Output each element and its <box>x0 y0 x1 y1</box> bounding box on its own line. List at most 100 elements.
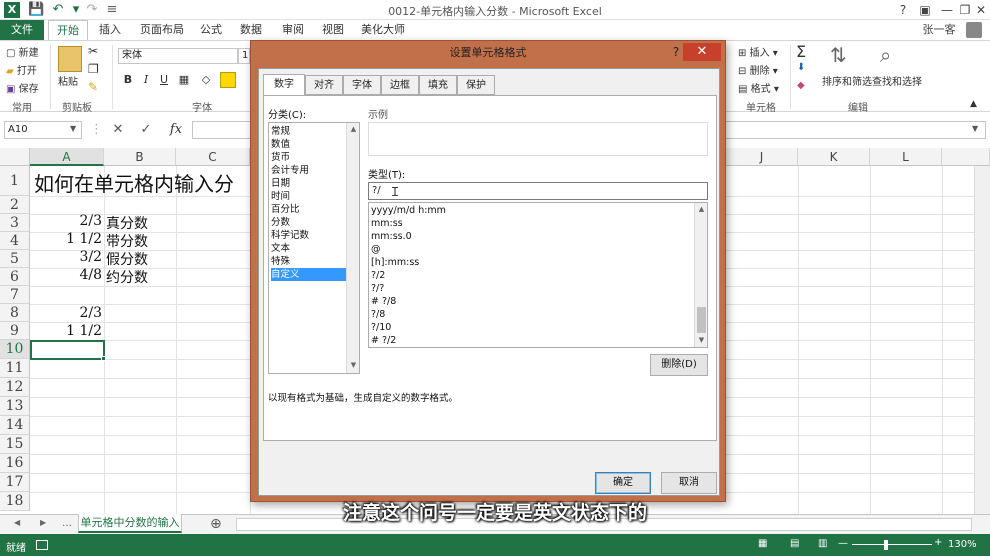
format-code-item[interactable]: ?/2 <box>371 269 385 282</box>
format-code-item[interactable]: mm:ss.0 <box>371 230 412 243</box>
resize-handle-icon[interactable]: ⋮ <box>90 121 103 139</box>
cut-icon[interactable]: ✂ <box>88 44 98 58</box>
scroll-down-icon[interactable]: ▼ <box>696 335 707 346</box>
tab-border[interactable]: 边框 <box>381 75 419 95</box>
format-code-list[interactable]: yyyy/m/d h:mm mm:ss mm:ss.0 @ [h]:mm:ss … <box>368 202 708 348</box>
active-cell-a10[interactable] <box>30 340 105 360</box>
paste-button[interactable]: 粘贴 <box>58 73 78 88</box>
paste-icon[interactable] <box>58 46 82 72</box>
row-header[interactable]: 5 <box>0 250 30 268</box>
italic-button[interactable]: I <box>138 72 154 88</box>
category-item[interactable]: 会计专用 <box>271 164 345 177</box>
sort-filter-button[interactable]: 排序和筛选 <box>822 73 872 88</box>
category-item[interactable]: 常规 <box>271 125 345 138</box>
format-code-item[interactable]: ?/10 <box>371 321 391 334</box>
cell-b3[interactable]: 真分数 <box>106 213 148 233</box>
fill-down-icon[interactable]: ⬇ <box>797 62 805 73</box>
cell-a8[interactable]: 2/3 <box>30 305 102 321</box>
tab-review[interactable]: 审阅 <box>276 20 310 40</box>
format-cells-button[interactable]: ▤ 格式 ▾ <box>738 80 779 95</box>
cell-a9[interactable]: 1 1/2 <box>30 323 102 339</box>
cell-b4[interactable]: 带分数 <box>106 231 148 251</box>
insert-cells-button[interactable]: ⊞ 插入 ▾ <box>738 44 778 59</box>
category-item[interactable]: 文本 <box>271 242 345 255</box>
find-icon[interactable]: ⌕ <box>880 43 891 67</box>
tab-insert[interactable]: 插入 <box>92 20 128 40</box>
row-header[interactable]: 10 <box>0 340 30 359</box>
dialog-close-button[interactable]: ✕ <box>683 43 721 61</box>
bold-button[interactable]: B <box>120 72 136 88</box>
cancel-entry-icon[interactable]: ✕ <box>108 121 128 139</box>
scroll-up-icon[interactable]: ▲ <box>696 204 707 215</box>
expand-formula-icon[interactable]: ▼ <box>972 124 978 133</box>
scroll-thumb[interactable] <box>697 307 706 333</box>
avatar[interactable] <box>966 22 982 38</box>
confirm-entry-icon[interactable]: ✓ <box>136 121 156 139</box>
border-icon[interactable]: ▦ <box>176 72 192 88</box>
row-header[interactable]: 3 <box>0 214 30 232</box>
format-code-item[interactable]: [h]:mm:ss <box>371 256 419 269</box>
tab-data[interactable]: 数据 <box>234 20 268 40</box>
tab-number[interactable]: 数字 <box>263 74 305 96</box>
row-header[interactable]: 8 <box>0 304 30 322</box>
row-header[interactable]: 4 <box>0 232 30 250</box>
help-icon[interactable]: ? <box>892 2 914 18</box>
category-item[interactable]: 时间 <box>271 190 345 203</box>
close-icon[interactable]: ✕ <box>970 2 990 18</box>
tab-protection[interactable]: 保护 <box>457 75 495 95</box>
open-button[interactable]: ▰ 打开 <box>6 62 37 77</box>
cell-b6[interactable]: 约分数 <box>106 267 148 287</box>
underline-button[interactable]: U <box>156 72 172 88</box>
column-header[interactable]: C <box>176 148 250 166</box>
format-list-scrollbar[interactable]: ▲ ▼ <box>694 203 707 347</box>
category-list[interactable]: 常规 数值 货币 会计专用 日期 时间 百分比 分数 科学记数 文本 特殊 自定… <box>268 122 360 374</box>
tab-fill[interactable]: 填充 <box>419 75 457 95</box>
column-header[interactable]: B <box>104 148 176 166</box>
category-item[interactable]: 日期 <box>271 177 345 190</box>
row-header[interactable]: 16 <box>0 454 30 473</box>
format-code-item[interactable]: ?/8 <box>371 308 385 321</box>
cell-title[interactable]: 如何在单元格内输入分 <box>34 168 234 197</box>
insert-function-button[interactable]: fx <box>164 121 188 139</box>
zoom-in-icon[interactable]: + <box>934 537 942 548</box>
vertical-scrollbar[interactable] <box>974 166 990 514</box>
zoom-slider[interactable] <box>852 544 932 545</box>
type-input[interactable]: ?/ Ｉ <box>368 182 708 200</box>
tab-page-layout[interactable]: 页面布局 <box>134 20 190 40</box>
tab-view[interactable]: 视图 <box>316 20 350 40</box>
autosum-button[interactable]: Σ <box>796 42 806 61</box>
tab-formulas[interactable]: 公式 <box>194 20 228 40</box>
column-header[interactable]: A <box>30 148 104 166</box>
row-header[interactable]: 7 <box>0 286 30 304</box>
select-all-corner[interactable] <box>0 148 30 166</box>
tab-beautify[interactable]: 美化大师 <box>358 20 408 40</box>
new-button[interactable]: ▢ 新建 <box>6 44 39 59</box>
category-item[interactable]: 数值 <box>271 138 345 151</box>
clear-icon[interactable]: ◆ <box>797 80 805 91</box>
cell-a6[interactable]: 4/8 <box>30 267 102 283</box>
font-name-select[interactable]: 宋体 <box>118 48 238 64</box>
font-size-select[interactable]: 11 <box>238 48 250 64</box>
user-name[interactable]: 张一客 <box>916 20 962 40</box>
highlight-color-icon[interactable] <box>220 72 236 88</box>
format-code-item[interactable]: @ <box>371 243 381 256</box>
tab-home[interactable]: 开始 <box>48 20 88 40</box>
row-header[interactable]: 1 <box>0 166 30 196</box>
format-code-item[interactable]: mm:ss <box>371 217 403 230</box>
save-button[interactable]: ▣ 保存 <box>6 80 39 95</box>
delete-cells-button[interactable]: ⊟ 删除 ▾ <box>738 62 778 77</box>
format-painter-icon[interactable]: ✎ <box>88 80 98 94</box>
row-header[interactable]: 14 <box>0 416 30 435</box>
macro-record-icon[interactable] <box>36 540 48 550</box>
format-code-item[interactable]: yyyy/m/d h:mm <box>371 204 446 217</box>
fill-color-icon[interactable]: ◇ <box>198 72 214 88</box>
tab-font[interactable]: 字体 <box>343 75 381 95</box>
cell-a3[interactable]: 2/3 <box>30 213 102 229</box>
tab-file[interactable]: 文件 <box>0 20 44 40</box>
row-header[interactable]: 2 <box>0 196 30 214</box>
format-code-item[interactable]: ?/? <box>371 282 384 295</box>
category-item[interactable]: 货币 <box>271 151 345 164</box>
column-header[interactable]: L <box>870 148 942 166</box>
cancel-button[interactable]: 取消 <box>661 472 717 494</box>
row-header[interactable]: 12 <box>0 378 30 397</box>
